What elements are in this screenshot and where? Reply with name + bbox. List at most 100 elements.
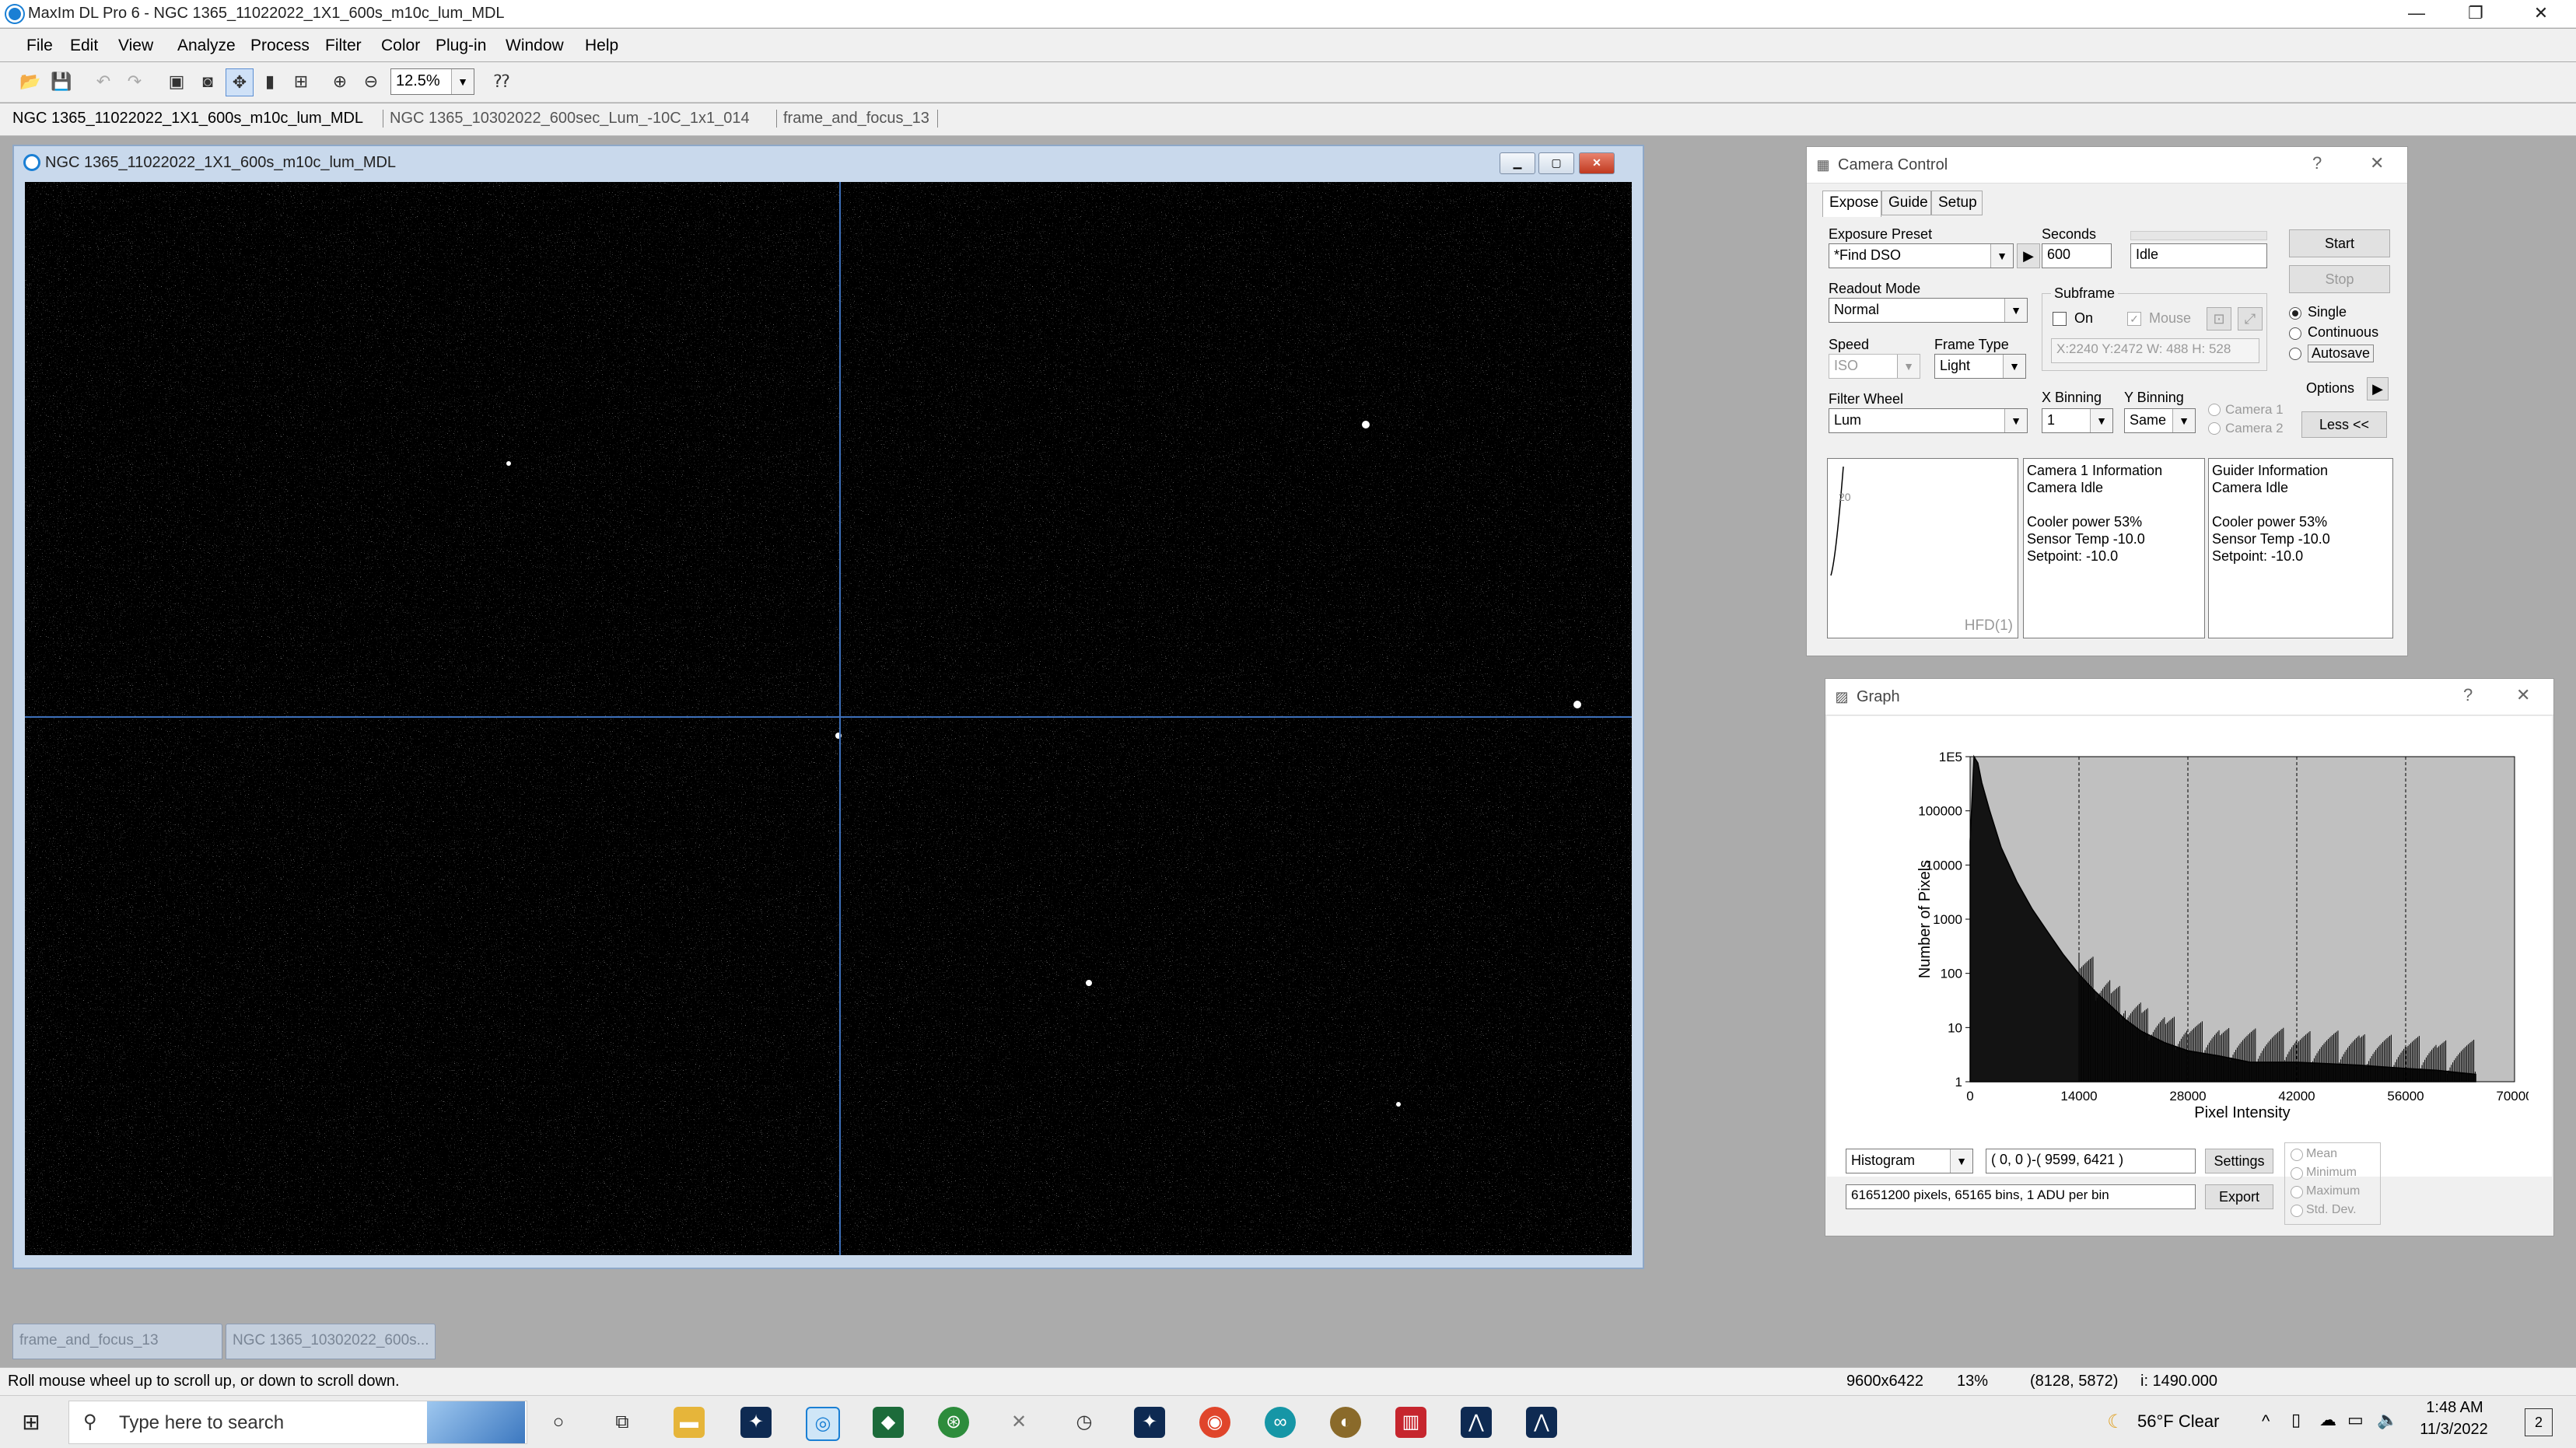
minimized-window[interactable]: NGC 1365_10302022_600s... [226,1324,436,1359]
graph-settings-button[interactable]: Settings [2205,1149,2273,1173]
menu-process[interactable]: Process [250,37,310,55]
app-icon[interactable]: ◐ [1330,1407,1361,1438]
cortana-icon[interactable]: ○ [543,1407,574,1438]
chrome-icon[interactable]: ◉ [1199,1407,1230,1438]
subframe-select-icon[interactable]: ⊡ [2207,307,2231,331]
stop-button[interactable]: Stop [2289,265,2390,293]
menu-edit[interactable]: Edit [70,37,98,55]
y-binning-select[interactable]: Same ▼ [2124,408,2196,433]
stat-min-radio[interactable] [2291,1167,2303,1180]
graph-mode-select[interactable]: Histogram ▼ [1846,1149,1973,1173]
subframe-reset-icon[interactable]: ⤢ [2238,307,2263,331]
help-icon[interactable]: ? [2312,153,2322,173]
close-button[interactable]: ✕ [2512,0,2570,28]
tab-guide[interactable]: Guide [1881,191,1931,215]
app-icon[interactable]: ◆ [873,1407,904,1438]
graph-export-button[interactable]: Export [2205,1184,2273,1209]
menu-filter[interactable]: Filter [325,37,362,55]
app-icon[interactable]: ⋀ [1461,1407,1492,1438]
image-window[interactable]: NGC 1365_11022022_1X1_600s_m10c_lum_MDL … [12,145,1644,1269]
volume-icon[interactable]: 🔈 [2377,1410,2398,1430]
context-help-icon[interactable]: ⁇ [488,68,515,95]
app-icon[interactable]: ✦ [740,1407,772,1438]
menu-plugin[interactable]: Plug-in [436,37,486,55]
network-icon[interactable]: ▭ [2347,1410,2364,1430]
notification-count[interactable]: 2 [2525,1408,2553,1436]
save-icon[interactable]: 💾 [48,68,75,95]
subframe-on-checkbox[interactable] [2053,312,2067,326]
help-icon[interactable]: ? [2463,685,2473,705]
arduino-icon[interactable]: ∞ [1265,1407,1296,1438]
image-close-button[interactable]: ✕ [1579,152,1615,174]
app-icon[interactable]: ✦ [1134,1407,1165,1438]
file-explorer-icon[interactable]: ▬ [674,1407,705,1438]
menu-analyze[interactable]: Analyze [177,37,236,55]
close-icon[interactable]: ✕ [2370,153,2384,173]
camera-icon[interactable]: ◙ [194,68,221,95]
astro-image-canvas[interactable] [25,182,1632,1255]
minimize-button[interactable]: — [2388,0,2445,28]
subframe-mouse-checkbox[interactable]: ✓ [2127,312,2141,326]
camera-2-radio[interactable] [2208,422,2221,435]
task-view-icon[interactable]: ⧉ [607,1407,638,1438]
continuous-radio[interactable] [2289,327,2301,340]
app-icon[interactable]: ⋀ [1526,1407,1557,1438]
image-tab-active[interactable]: NGC 1365_11022022_1X1_600s_m10c_lum_MDL [12,110,363,128]
open-icon[interactable]: 📂 [17,68,44,95]
clock-date[interactable]: 11/3/2022 [2411,1421,2497,1439]
crop-icon[interactable]: ▮ [257,68,283,95]
pan-icon[interactable]: ✥ [226,68,254,96]
single-radio[interactable] [2289,307,2301,320]
image-minimize-button[interactable]: ▁ [1500,152,1535,174]
autosave-label[interactable]: Autosave [2308,345,2375,362]
image-icon[interactable]: ▣ [163,68,190,95]
camera-1-radio[interactable] [2208,404,2221,416]
x-binning-select[interactable]: 1 ▼ [2042,408,2113,433]
autosave-radio[interactable] [2289,348,2301,360]
tab-expose[interactable]: Expose [1822,191,1881,217]
stat-max-radio[interactable] [2291,1186,2303,1198]
tab-setup[interactable]: Setup [1931,191,1983,215]
onedrive-icon[interactable]: ☁ [2319,1410,2336,1430]
windows-start-icon[interactable]: ⊞ [16,1407,47,1438]
zoom-out-icon[interactable]: ⊖ [358,68,384,95]
close-icon[interactable]: ✕ [2516,685,2530,705]
seconds-input[interactable]: 600 [2042,243,2112,268]
image-tab[interactable]: NGC 1365_10302022_600sec_Lum_-10C_1x1_01… [383,110,750,128]
filter-wheel-select[interactable]: Lum ▼ [1829,408,2028,433]
tray-device-icon[interactable]: ▯ [2291,1410,2301,1430]
weather-text[interactable]: 56°F Clear [2137,1411,2219,1432]
minimized-window[interactable]: frame_and_focus_13 [12,1324,222,1359]
screen-stretch-icon[interactable]: ⊞ [288,68,314,95]
maximize-button[interactable]: ❐ [2447,0,2504,28]
options-label[interactable]: Options [2306,380,2354,397]
start-button[interactable]: Start [2289,229,2390,257]
options-arrow-icon[interactable]: ▶ [2367,377,2389,400]
menu-view[interactable]: View [118,37,153,55]
undo-icon[interactable]: ↶ [90,68,117,95]
less-button[interactable]: Less << [2301,411,2387,438]
stat-stddev-radio[interactable] [2291,1205,2303,1217]
app-icon[interactable]: ✕ [1003,1407,1034,1438]
clock-time[interactable]: 1:48 AM [2417,1399,2492,1417]
menu-window[interactable]: Window [506,37,564,55]
speed-select[interactable]: ISO ▼ [1829,354,1920,379]
app-icon[interactable]: ⊛ [938,1407,969,1438]
app-icon[interactable]: ▥ [1395,1407,1426,1438]
menu-file[interactable]: File [26,37,53,55]
clock-app-icon[interactable]: ◷ [1069,1407,1100,1438]
redo-icon[interactable]: ↷ [121,68,148,95]
tray-chevron-icon[interactable]: ^ [2262,1411,2270,1432]
stat-mean-radio[interactable] [2291,1149,2303,1161]
zoom-combo[interactable]: 12.5% ▼ [390,68,474,95]
histogram-plot[interactable]: 014000280004200056000700001E510000010000… [1916,733,2529,1138]
image-maximize-button[interactable]: ▢ [1538,152,1574,174]
image-tab[interactable]: frame_and_focus_13 [776,110,938,128]
menu-help[interactable]: Help [585,37,618,55]
menu-color[interactable]: Color [381,37,420,55]
readout-mode-select[interactable]: Normal ▼ [1829,298,2028,323]
zoom-in-icon[interactable]: ⊕ [327,68,353,95]
frame-type-select[interactable]: Light ▼ [1934,354,2026,379]
exposure-preset-select[interactable]: *Find DSO ▼ [1829,243,2014,268]
taskbar-search[interactable]: ⚲ Type here to search [68,1401,527,1444]
